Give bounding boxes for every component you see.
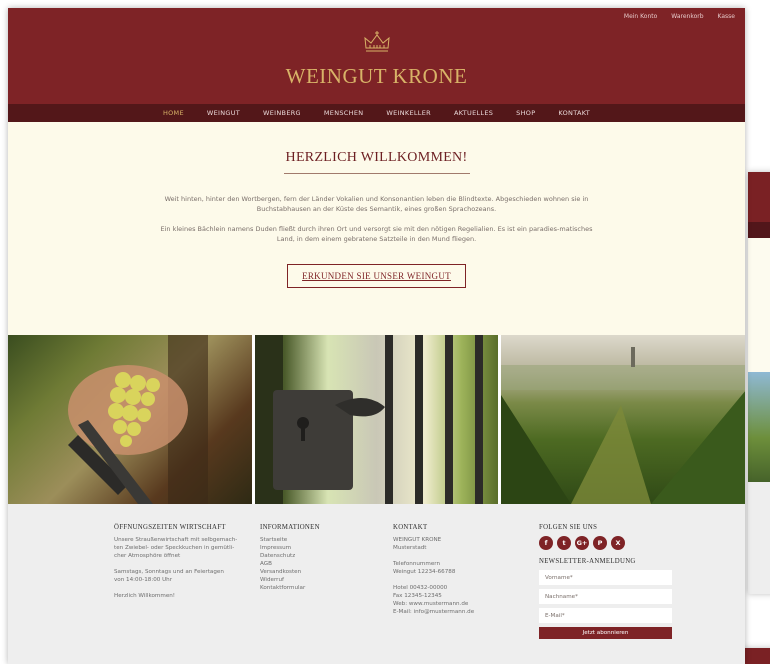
web-link[interactable]: Web: www.mustermann.de [393, 600, 539, 608]
google-plus-icon[interactable]: G+ [575, 536, 589, 550]
information-title: INFORMATIONEN [260, 524, 320, 531]
background-page-footer [748, 482, 770, 594]
checkout-link[interactable]: Kasse [718, 13, 735, 20]
footer-link-startseite[interactable]: Startseite [260, 536, 393, 544]
opening-hours-text-3: cher Atmosphöre öffnet [114, 553, 181, 559]
title-divider [283, 173, 470, 174]
nav-weingut[interactable]: WEINGUT [207, 109, 240, 117]
pinterest-icon[interactable]: P [593, 536, 607, 550]
welcome-title: HERZLICH WILLKOMMEN! [285, 150, 468, 165]
nav-home[interactable]: HOME [163, 109, 184, 117]
background-page-mockup [748, 172, 770, 594]
opening-hours-title: ÖFFNUNGSZEITEN WIRTSCHAFT [114, 524, 226, 531]
account-links: Mein Konto Warenkorb Kasse [624, 13, 735, 20]
phone-winery: Weingut 12234-66788 [393, 569, 456, 575]
newsletter-title: NEWSLETTER-ANMELDUNG [539, 558, 636, 565]
opening-hours-column: ÖFFNUNGSZEITEN WIRTSCHAFT Unsere Strauße… [114, 524, 260, 664]
contact-column: KONTAKT WEINGUT KRONE Musterstadt Telefo… [393, 524, 539, 664]
footer-link-agb[interactable]: AGB [260, 560, 393, 568]
social-icons: f t G+ P X [539, 536, 673, 550]
social-newsletter-column: FOLGEN SIE UNS f t G+ P X NEWSLETTER-ANM… [539, 524, 673, 664]
opening-times: von 14:00-18:00 Uhr [114, 577, 173, 583]
follow-title: FOLGEN SIE UNS [539, 524, 598, 531]
welcome-paragraph-2: Ein kleines Bächlein namens Duden fließt… [160, 225, 593, 243]
nav-weinberg[interactable]: WEINBERG [263, 109, 301, 117]
photo-strip [8, 335, 745, 504]
footer-link-impressum[interactable]: Impressum [260, 544, 393, 552]
opening-days: Samstags, Sonntags und an Feiertagen [114, 569, 224, 575]
main-nav: HOME WEINGUT WEINBERG MENSCHEN WEINKELLE… [8, 104, 745, 122]
welcome-paragraph-1: Weit hinten, hinter den Wortbergen, fern… [164, 195, 589, 213]
opening-hours-text-1: Unsere Straußenwirtschaft mit selbgemach… [114, 537, 238, 543]
firstname-input[interactable] [539, 570, 672, 585]
my-account-link[interactable]: Mein Konto [624, 13, 657, 20]
background-page-nav [748, 222, 770, 238]
website-page: Mein Konto Warenkorb Kasse WEINGUT KRONE… [8, 8, 745, 664]
twitter-icon[interactable]: t [557, 536, 571, 550]
contact-title: KONTAKT [393, 524, 428, 531]
contact-company: WEINGUT KRONE [393, 537, 442, 543]
brand-name: WEINGUT KRONE [285, 64, 468, 88]
email-link[interactable]: E-Mail: info@mustermann.de [393, 608, 539, 616]
vineyard-photo [501, 335, 745, 504]
canvas: Mein Konto Warenkorb Kasse WEINGUT KRONE… [0, 0, 770, 664]
newsletter-form: Jetzt abonnieren [539, 570, 673, 639]
nav-aktuelles[interactable]: AKTUELLES [454, 109, 493, 117]
footer-link-kontaktformular[interactable]: Kontaktformular [260, 584, 393, 592]
footer-link-datenschutz[interactable]: Datenschutz [260, 552, 393, 560]
footer-link-versandkosten[interactable]: Versandkosten [260, 568, 393, 576]
grapes-hand-photo [8, 335, 252, 504]
opening-hours-text-2: ten Zwiebel- oder Speckkuchen in gemütli… [114, 545, 235, 551]
nav-weinkeller[interactable]: WEINKELLER [386, 109, 431, 117]
phone-label: Telefonnummern [393, 561, 441, 567]
xing-icon[interactable]: X [611, 536, 625, 550]
logo[interactable]: WEINGUT KRONE [8, 30, 745, 89]
header: Mein Konto Warenkorb Kasse WEINGUT KRONE [8, 8, 745, 104]
nav-menschen[interactable]: MENSCHEN [324, 109, 364, 117]
lastname-input[interactable] [539, 589, 672, 604]
facebook-icon[interactable]: f [539, 536, 553, 550]
nav-kontakt[interactable]: KONTAKT [558, 109, 590, 117]
subscribe-button[interactable]: Jetzt abonnieren [539, 627, 672, 639]
welcome-section: HERZLICH WILLKOMMEN! Weit hinten, hinter… [8, 122, 745, 335]
crown-icon [8, 30, 745, 58]
email-input[interactable] [539, 608, 672, 623]
fax-number: Fax 12345-12345 [393, 593, 442, 599]
cart-link[interactable]: Warenkorb [671, 13, 703, 20]
contact-city: Musterstadt [393, 545, 427, 551]
explore-winery-button[interactable]: ERKUNDEN SIE UNSER WEINGUT [287, 264, 466, 288]
information-column: INFORMATIONEN Startseite Impressum Daten… [260, 524, 393, 664]
footer: ÖFFNUNGSZEITEN WIRTSCHAFT Unsere Strauße… [8, 504, 745, 664]
nav-shop[interactable]: SHOP [516, 109, 535, 117]
background-page-image [748, 372, 770, 482]
phone-hotel: Hotel 00432-00000 [393, 585, 448, 591]
background-page-header [748, 172, 770, 222]
footer-link-widerruf[interactable]: Widerruf [260, 576, 393, 584]
iron-gate-photo [254, 335, 499, 504]
welcome-note: Herzlich Willkommen! [114, 593, 176, 599]
